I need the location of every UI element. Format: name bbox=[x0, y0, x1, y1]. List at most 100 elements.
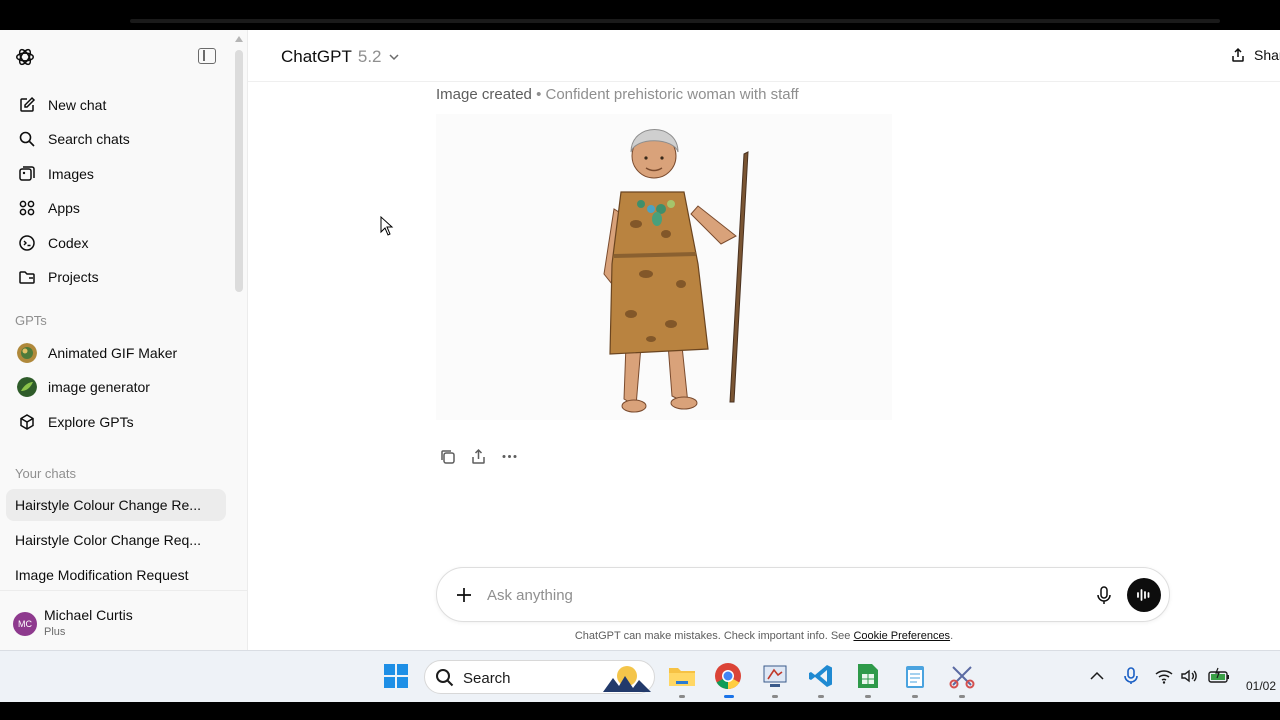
copy-icon[interactable] bbox=[436, 445, 458, 467]
screen: New chat Search chats Images Apps Codex … bbox=[0, 0, 1280, 720]
share-icon bbox=[1232, 47, 1244, 62]
codex-icon bbox=[16, 232, 38, 254]
nav-codex[interactable]: Codex bbox=[8, 227, 226, 259]
search-icon bbox=[436, 669, 454, 687]
running-indicator bbox=[818, 695, 824, 698]
wifi-icon[interactable] bbox=[1155, 667, 1173, 685]
profile-name: Michael Curtis bbox=[44, 607, 133, 623]
clock-date[interactable]: 01/02 bbox=[1246, 679, 1276, 693]
message-input[interactable] bbox=[487, 583, 1067, 607]
profile-plan: Plus bbox=[44, 626, 66, 638]
gpt-image-generator[interactable]: image generator bbox=[8, 371, 226, 403]
mouse-cursor-icon bbox=[380, 216, 394, 236]
browser-tab-strip bbox=[130, 19, 1220, 23]
taskbar-search[interactable]: Search bbox=[424, 660, 655, 694]
windows-start-icon[interactable] bbox=[381, 661, 411, 691]
nav-new-chat[interactable]: New chat bbox=[8, 89, 226, 121]
disclaimer: ChatGPT can make mistakes. Check importa… bbox=[248, 630, 1280, 642]
caption-separator: • bbox=[536, 86, 542, 103]
top-bar bbox=[0, 0, 1280, 30]
microphone-tray-icon[interactable] bbox=[1122, 667, 1140, 685]
chrome-icon[interactable] bbox=[713, 661, 743, 691]
nav-search-chats[interactable]: Search chats bbox=[8, 123, 226, 155]
sheet-app-icon[interactable] bbox=[853, 661, 883, 691]
chat-item[interactable]: Hairstyle Color Change Req... bbox=[6, 524, 226, 556]
model-selector[interactable]: ChatGPT 5.2 bbox=[281, 47, 400, 67]
snipping-tool-icon[interactable] bbox=[947, 661, 977, 691]
chat-item[interactable]: Image Modification Request bbox=[6, 559, 226, 591]
nav-label: Search chats bbox=[48, 131, 130, 147]
image-generator-avatar-icon bbox=[16, 376, 38, 398]
screen-tool-icon[interactable] bbox=[760, 661, 790, 691]
running-indicator bbox=[959, 695, 965, 698]
openai-logo-icon[interactable] bbox=[14, 46, 36, 68]
nav-label: Codex bbox=[48, 235, 89, 251]
images-icon bbox=[16, 163, 38, 185]
cookie-preferences-link[interactable]: Cookie Preferences bbox=[853, 630, 950, 642]
nav-projects[interactable]: Projects bbox=[8, 261, 226, 293]
model-name: ChatGPT bbox=[281, 47, 352, 66]
more-options-icon[interactable] bbox=[498, 445, 520, 467]
gpt-label: image generator bbox=[48, 379, 150, 395]
collapse-sidebar-icon[interactable] bbox=[198, 48, 216, 64]
nav-label: Images bbox=[48, 166, 94, 182]
sidebar: New chat Search chats Images Apps Codex … bbox=[0, 30, 248, 650]
vscode-icon[interactable] bbox=[806, 661, 836, 691]
cube-icon bbox=[16, 411, 38, 433]
chat-item[interactable]: Hairstyle Colour Change Re... bbox=[6, 489, 226, 521]
main-content: ChatGPT 5.2 Shar Image created • Confide… bbox=[248, 30, 1280, 650]
gpt-animated-gif-maker[interactable]: Animated GIF Maker bbox=[8, 337, 226, 369]
plus-icon[interactable] bbox=[453, 584, 475, 606]
new-chat-icon bbox=[16, 94, 38, 116]
nav-label: New chat bbox=[48, 97, 107, 113]
prehistoric-woman-illustration bbox=[603, 129, 749, 413]
search-icon bbox=[16, 128, 38, 150]
your-chats-label: Your chats bbox=[15, 466, 76, 481]
running-indicator bbox=[772, 695, 778, 698]
avatar: MC bbox=[13, 612, 37, 636]
taskbar: Search 01/02 bbox=[0, 650, 1280, 702]
landscape-widget-icon bbox=[603, 666, 651, 692]
chevron-up-icon[interactable] bbox=[1088, 667, 1106, 685]
running-indicator bbox=[912, 695, 918, 698]
nav-images[interactable]: Images bbox=[8, 158, 226, 190]
nav-apps[interactable]: Apps bbox=[8, 192, 226, 224]
nav-explore-gpts[interactable]: Explore GPTs bbox=[8, 406, 226, 438]
taskbar-search-label: Search bbox=[463, 670, 511, 687]
notepad-icon[interactable] bbox=[900, 661, 930, 691]
message-actions bbox=[436, 445, 529, 467]
gpts-section-label: GPTs bbox=[15, 313, 47, 328]
voice-wave-icon bbox=[1137, 589, 1150, 601]
composer bbox=[436, 567, 1170, 622]
file-explorer-icon[interactable] bbox=[667, 661, 697, 691]
image-description: Confident prehistoric woman with staff bbox=[545, 86, 799, 103]
sidebar-scrollbar[interactable] bbox=[235, 50, 243, 292]
share-icon[interactable] bbox=[467, 445, 489, 467]
projects-icon bbox=[16, 266, 38, 288]
running-indicator bbox=[865, 695, 871, 698]
active-indicator bbox=[724, 695, 734, 698]
gif-maker-avatar-icon bbox=[16, 342, 38, 364]
image-caption: Image created • Confident prehistoric wo… bbox=[436, 86, 799, 103]
model-version: 5.2 bbox=[357, 47, 382, 66]
bottom-bar bbox=[0, 702, 1280, 720]
gpt-label: Animated GIF Maker bbox=[48, 345, 178, 361]
voice-mode-button[interactable] bbox=[1127, 578, 1161, 612]
header: ChatGPT 5.2 Shar bbox=[248, 30, 1280, 82]
disclaimer-text: ChatGPT can make mistakes. Check importa… bbox=[574, 630, 854, 642]
share-button[interactable]: Shar bbox=[1230, 47, 1280, 63]
nav-label: Projects bbox=[48, 269, 99, 285]
generated-image[interactable] bbox=[436, 114, 892, 420]
nav-label: Apps bbox=[48, 200, 80, 216]
microphone-icon[interactable] bbox=[1093, 584, 1115, 606]
volume-icon[interactable] bbox=[1180, 667, 1198, 685]
running-indicator bbox=[679, 695, 685, 698]
battery-icon[interactable] bbox=[1208, 667, 1230, 685]
image-status: Image created bbox=[436, 86, 532, 103]
share-label: Shar bbox=[1254, 47, 1280, 63]
disclaimer-end: . bbox=[950, 630, 954, 642]
chatgpt-page: New chat Search chats Images Apps Codex … bbox=[0, 30, 1280, 650]
chevron-down-icon bbox=[388, 54, 399, 61]
profile-menu[interactable]: MC Michael Curtis Plus bbox=[0, 590, 247, 650]
scroll-up-arrow[interactable] bbox=[235, 36, 243, 42]
